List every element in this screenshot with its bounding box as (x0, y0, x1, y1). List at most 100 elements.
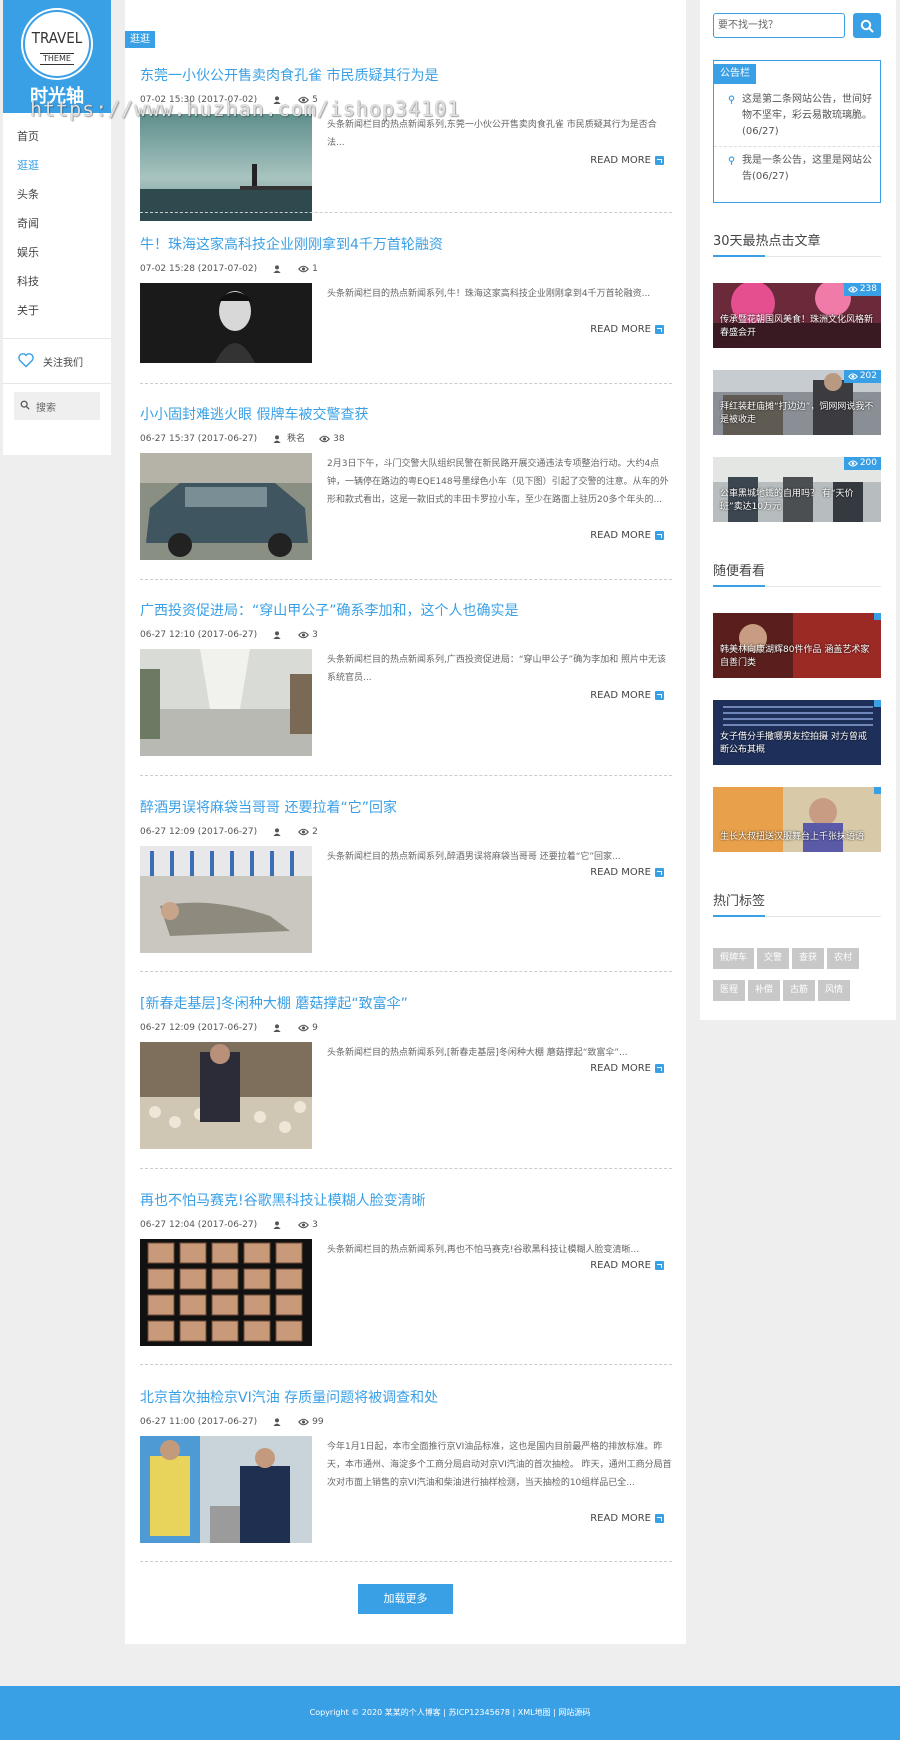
tag[interactable]: 交警 (757, 948, 790, 969)
article-thumbnail[interactable] (140, 283, 312, 363)
tag[interactable]: 风情 (818, 980, 851, 1001)
sidebar-search-button[interactable] (853, 13, 881, 38)
main-content: 逛逛 东莞一小伙公开售卖肉食孔雀 市民质疑其行为是 07-02 15:30 (2… (125, 0, 686, 1644)
article-thumbnail[interactable] (140, 846, 312, 953)
article-excerpt: 头条新闻栏目的热点新闻系列,醉酒男误将麻袋当哥哥 还要拉着“它”回家... (327, 852, 621, 862)
divider (140, 579, 672, 580)
logo[interactable]: TRAVEL THEME 时光轴 (3, 0, 111, 113)
article-item: 牛！珠海这家高科技企业刚刚拿到4千万首轮融资 07-02 15:28 (2017… (140, 235, 672, 395)
nav-item-home[interactable]: 首页 (3, 123, 111, 152)
article-title[interactable]: [新春走基层]冬闲种大棚 蘑菇撑起“致富伞” (140, 994, 672, 1014)
article-title[interactable]: 东莞一小伙公开售卖肉食孔雀 市民质疑其行为是 (140, 66, 672, 86)
article-author (273, 631, 284, 639)
sidebar-search-input[interactable]: 要不找一找？ (713, 13, 845, 38)
article-date: 06-27 12:04 (2017-06-27) (140, 1220, 258, 1230)
article-thumbnail[interactable] (140, 1042, 312, 1149)
notice-item[interactable]: 这是第二条网站公告，世间好物不坚牢，彩云易散琉璃脆。(06/27) (714, 92, 880, 140)
read-more-link[interactable]: READ MORE (590, 867, 664, 878)
article-thumbnail[interactable] (140, 114, 312, 221)
read-more-link[interactable]: READ MORE (590, 1513, 664, 1524)
read-more-link[interactable]: READ MORE (590, 155, 664, 166)
main-nav: 首页 逛逛 头条 奇闻 娱乐 科技 关于 (3, 113, 111, 326)
eye-icon (298, 265, 310, 273)
article-thumbnail[interactable] (140, 649, 312, 756)
nav-item-browse[interactable]: 逛逛 (3, 152, 111, 181)
read-more-link[interactable]: READ MORE (590, 324, 664, 335)
article-title[interactable]: 小小固封难逃火眼 假牌车被交警查获 (140, 405, 672, 425)
random-article-card[interactable]: 韩美林向康湖辉80件作品 涵盖艺术家自善门类 (713, 613, 881, 678)
follow-us-label: 关注我们 (43, 357, 83, 369)
hot-article-card[interactable]: 238 传承暨花朝国风美食！珠洲文化风格新春盛会开 (713, 283, 881, 348)
read-more-link[interactable]: READ MORE (590, 1260, 664, 1271)
divider (140, 775, 672, 776)
tag[interactable]: 农村 (827, 948, 860, 969)
user-icon (273, 1418, 281, 1426)
views-count: 1 (312, 264, 318, 274)
random-article-card[interactable]: 女子借分手撒哪男友控拍摄 对方曾戒断公布其概 (713, 700, 881, 765)
load-more-button[interactable]: 加载更多 (358, 1584, 453, 1614)
notice-board: 公告栏 这是第二条网站公告，世间好物不坚牢，彩云易散琉璃脆。(06/27) 我是… (713, 60, 881, 203)
article-meta: 06-27 12:04 (2017-06-27) 3 (140, 1219, 672, 1231)
read-more-label: READ MORE (590, 690, 651, 701)
article-views: 3 (298, 1219, 318, 1231)
article-thumbnail[interactable] (140, 1436, 312, 1543)
external-link-icon (655, 325, 664, 334)
random-title-text: 随便看看 (713, 564, 766, 579)
nav-item-headlines[interactable]: 头条 (3, 181, 111, 210)
article-author (273, 1221, 284, 1229)
eye-icon (298, 1024, 310, 1032)
nav-item-about[interactable]: 关于 (3, 297, 111, 326)
heading-underline (713, 915, 881, 917)
hot-article-card[interactable]: 202 拜红装赶庙摊“打边边”，饲网网说我不是被收走 (713, 370, 881, 435)
pin-icon (728, 156, 735, 165)
read-more-link[interactable]: READ MORE (590, 530, 664, 541)
nav-item-tech[interactable]: 科技 (3, 268, 111, 297)
eye-icon (847, 460, 858, 467)
follow-us-link[interactable]: 关注我们 (3, 339, 111, 383)
article-thumbnail[interactable] (140, 453, 312, 560)
article-title[interactable]: 北京首次抽检京VI汽油 存质量问题将被调查和处 (140, 1388, 672, 1408)
views-count: 9 (312, 1023, 318, 1033)
nav-item-entertainment[interactable]: 娱乐 (3, 239, 111, 268)
article-meta: 06-27 12:09 (2017-06-27) 2 (140, 826, 672, 838)
tag[interactable]: 假牌车 (713, 948, 755, 969)
article-thumbnail[interactable] (140, 1239, 312, 1346)
sidebar-search: 要不找一找？ (713, 13, 881, 38)
user-icon (273, 1024, 281, 1032)
notice-text: 我是一条公告，这里是网站公告(06/27) (742, 155, 872, 182)
breadcrumb[interactable]: 逛逛 (125, 31, 155, 48)
read-more-link[interactable]: READ MORE (590, 1063, 664, 1074)
read-more-link[interactable]: READ MORE (590, 690, 664, 701)
eye-icon (298, 631, 310, 639)
article-item: 北京首次抽检京VI汽油 存质量问题将被调查和处 06-27 11:00 (201… (140, 1388, 672, 1568)
article-title[interactable]: 再也不怕马赛克!谷歌黑科技让模糊人脸变清晰 (140, 1191, 672, 1211)
random-article-card[interactable]: 生长大叔扭送汉服舞台上千张抹语语 (713, 787, 881, 852)
tag[interactable]: 查获 (792, 948, 825, 969)
article-title[interactable]: 牛！珠海这家高科技企业刚刚拿到4千万首轮融资 (140, 235, 672, 255)
article-author (273, 828, 284, 836)
nav-search-input[interactable]: 搜索 (14, 392, 100, 420)
hot-title-text: 30天最热点击文章 (713, 234, 821, 249)
notice-item[interactable]: 我是一条公告，这里是网站公告(06/27) (714, 146, 880, 185)
hot-article-card[interactable]: 200 公車黑城地鐵的自用吗？ 有“天价班”卖达10万元 (713, 457, 881, 522)
card-caption: 韩美林向康湖辉80件作品 涵盖艺术家自善门类 (720, 645, 870, 668)
article-excerpt: 头条新闻栏目的热点新闻系列,牛！珠海这家高科技企业刚刚拿到4千万首轮融资... (327, 289, 651, 299)
notice-text: 这是第二条网站公告，世间好物不坚牢，彩云易散琉璃脆。(06/27) (742, 94, 872, 137)
tag[interactable]: 古筋 (783, 980, 816, 1001)
footer: Copyright © 2020 某某的个人博客 | 苏ICP12345678 … (0, 1686, 900, 1740)
article-date: 06-27 15:37 (2017-06-27) (140, 434, 258, 444)
article-title[interactable]: 醉酒男误将麻袋当哥哥 还要拉着“它”回家 (140, 798, 672, 818)
read-more-label: READ MORE (590, 324, 651, 335)
eye-icon (298, 96, 310, 104)
article-views: 5 (298, 94, 318, 106)
views-count: 238 (859, 284, 877, 294)
read-more-label: READ MORE (590, 1513, 651, 1524)
divider (140, 971, 672, 972)
article-title[interactable]: 广西投资促进局：“穿山甲公子”确系李加和，这个人也确实是 (140, 601, 672, 621)
views-count: 3 (312, 630, 318, 640)
nav-item-oddities[interactable]: 奇闻 (3, 210, 111, 239)
article-author (273, 96, 284, 104)
tag[interactable]: 医程 (713, 980, 746, 1001)
tag[interactable]: 补偿 (748, 980, 781, 1001)
article-meta: 06-27 12:09 (2017-06-27) 9 (140, 1022, 672, 1034)
